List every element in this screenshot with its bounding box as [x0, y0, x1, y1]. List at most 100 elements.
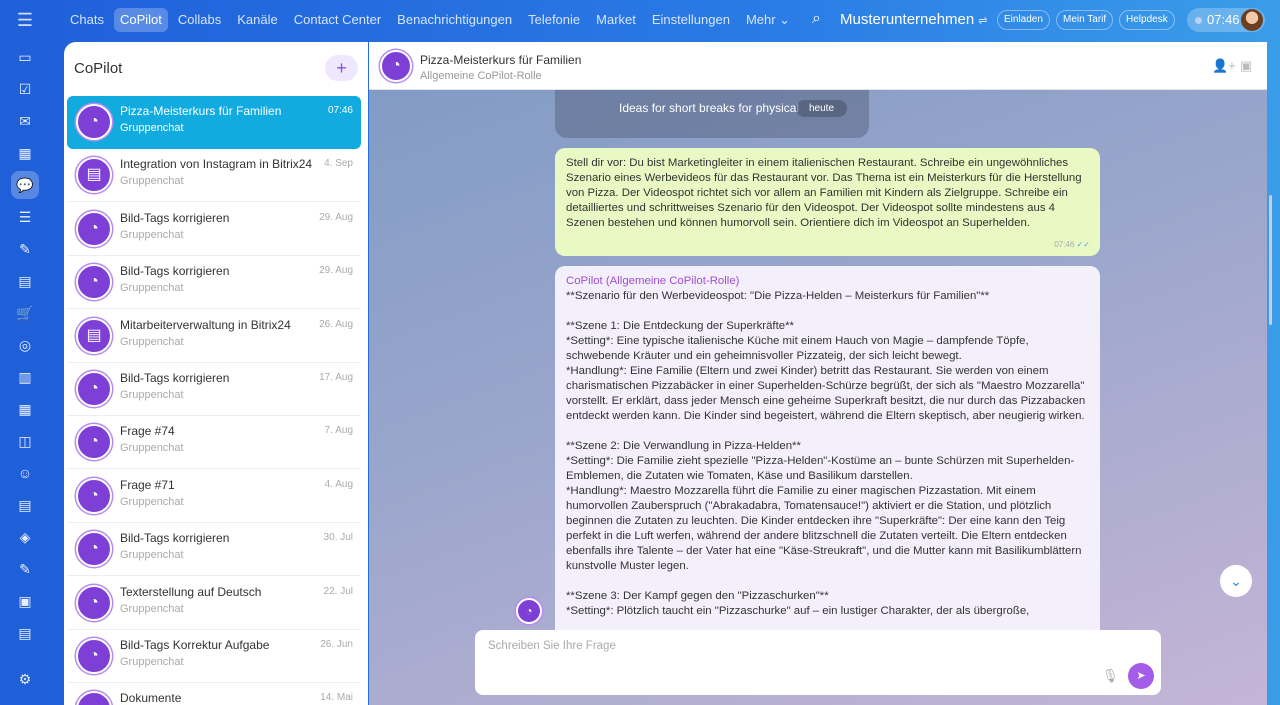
calendar-icon[interactable]: ▦ — [11, 139, 39, 167]
chat-item-title: Mitarbeiterverwaltung in Bitrix24 — [120, 317, 291, 332]
messenger-icon[interactable]: 💬 — [11, 171, 39, 199]
bot-author: CoPilot (Allgemeine CoPilot-Rolle) — [566, 275, 740, 287]
status-dot-icon — [1195, 17, 1202, 24]
copilot-icon: ◔ — [76, 210, 112, 247]
analytics-icon[interactable]: ▥ — [11, 363, 39, 391]
feed-icon[interactable]: ▭ — [11, 43, 39, 71]
chat-title[interactable]: Pizza-Meisterkurs für Familien — [420, 53, 581, 67]
search-icon[interactable]: ⌕ — [812, 10, 821, 28]
gear-icon[interactable]: ⚙ — [11, 665, 39, 693]
chat-list-item[interactable]: ◔ Texterstellung auf Deutsch Gruppenchat 22… — [67, 577, 361, 630]
documents-icon[interactable]: ✎ — [11, 235, 39, 263]
chat-item-title: Texterstellung auf Deutsch — [120, 584, 262, 599]
chat-list-item[interactable]: ◔ Frage #74 Gruppenchat 7. Aug — [67, 416, 361, 470]
nav-item[interactable]: Einstellungen — [646, 8, 736, 32]
chat-item-subtitle: Gruppenchat — [120, 228, 184, 241]
chat-item-title: Pizza-Meisterkurs für Familien — [120, 104, 282, 118]
copilot-icon: ◔ — [76, 584, 112, 621]
copilot-icon: ◔ — [76, 691, 112, 705]
book-icon: ▤ — [76, 317, 112, 354]
chat-item-date: 22. Jul — [323, 585, 353, 597]
nav-item[interactable]: CoPilot — [113, 8, 168, 32]
bot-message-text: **Szenario für den Werbevideospot: "Die … — [566, 290, 1086, 617]
chat-list-item[interactable]: ▤ Mitarbeiterverwaltung in Bitrix24 Gruppe… — [67, 310, 361, 363]
contacts-icon[interactable]: ▤ — [11, 267, 39, 295]
add-user-icon[interactable]: 👤+ — [1212, 58, 1236, 74]
copilot-icon: ◔ — [76, 104, 112, 140]
user-avatar[interactable] — [1241, 9, 1263, 31]
menu-icon[interactable]: ☰ — [0, 10, 50, 31]
chat-item-date: 26. Aug — [319, 318, 353, 330]
chat-item-title: Integration von Instagram in Bitrix24 — [120, 157, 313, 172]
chat-item-date: 07:46 — [327, 105, 353, 116]
chat-item-date: 17. Aug — [319, 372, 353, 383]
chat-item-date: 4. Sep — [324, 158, 353, 170]
chat-list-item[interactable]: ◔ Dokumente 14. Mai — [67, 683, 361, 705]
chat-list-item[interactable]: ▤ Integration von Instagram in Bitrix24 Gr… — [67, 149, 361, 203]
target-icon[interactable]: ◎ — [11, 331, 39, 359]
copilot-icon: ◔ — [76, 638, 112, 674]
nav-item[interactable]: Benachrichtigungen — [391, 8, 518, 32]
chat-list-item[interactable]: ◔ Bild-Tags korrigieren Gruppenchat 29. Aug — [67, 203, 361, 256]
chat-item-date: 29. Aug — [319, 265, 353, 277]
helpdesk-button[interactable]: Helpdesk — [1119, 10, 1175, 30]
chat-list-item[interactable]: ◔ Frage #71 Gruppenchat 4. Aug — [67, 470, 361, 523]
microphone-icon[interactable]: 🎙 — [1102, 668, 1119, 684]
chat-list-item[interactable]: ◔ Pizza-Meisterkurs für Familien Gruppench… — [67, 96, 361, 149]
work-time-button[interactable]: 07:46 — [1187, 8, 1265, 32]
tariff-button[interactable]: Mein Tarif — [1056, 10, 1114, 30]
new-chat-button[interactable]: + — [325, 55, 358, 81]
top-nav: Chats CoPilot Collabs Kanäle Contact Center B… — [64, 8, 796, 32]
invite-button[interactable]: Einladen — [997, 10, 1050, 30]
box-icon[interactable]: ◈ — [11, 523, 39, 551]
chat-area: ◔ Pizza-Meisterkurs für Familien Allgeme… — [369, 42, 1267, 705]
nav-item[interactable]: Kanäle — [231, 8, 283, 32]
nav-item[interactable]: Telefonie — [522, 8, 586, 32]
bot-icon[interactable]: ☺ — [11, 459, 39, 487]
nav-item[interactable]: Mehr ⌄ — [740, 8, 796, 32]
time-label: 07:46 — [1054, 240, 1075, 249]
chat-list-item[interactable]: ◔ Bild-Tags korrigieren Gruppenchat 29. Aug — [67, 256, 361, 310]
schedule-icon[interactable]: ▦ — [11, 395, 39, 423]
message-input[interactable] — [488, 640, 1088, 652]
book-icon: ▤ — [76, 157, 112, 194]
chat-item-subtitle: Gruppenchat — [120, 175, 184, 188]
nav-item[interactable]: Chats — [64, 8, 110, 32]
reports-icon[interactable]: ▤ — [11, 619, 39, 647]
nav-item[interactable]: Contact Center — [288, 8, 387, 32]
copilot-icon: ◔ — [76, 477, 112, 514]
chat-subtitle: Allgemeine CoPilot-Rolle — [420, 70, 542, 82]
nav-item[interactable]: Collabs — [172, 8, 227, 32]
send-button[interactable]: ➤ — [1128, 663, 1154, 689]
scroll-down-button[interactable]: ⌄ — [1220, 565, 1252, 597]
warehouse-icon[interactable]: ▤ — [11, 491, 39, 519]
nav-item[interactable]: Market — [590, 8, 642, 32]
message-composer: 🎙 ➤ — [475, 630, 1161, 695]
tasks-icon[interactable]: ☑ — [11, 75, 39, 103]
chat-item-date: 30. Jul — [323, 532, 353, 544]
top-bar: ☰ Chats CoPilot Collabs Kanäle Contact Cente… — [0, 0, 1280, 40]
panel-toggle-icon[interactable]: ▣ — [1240, 58, 1252, 74]
sign-icon[interactable]: ✎ — [11, 555, 39, 583]
chat-item-subtitle: Gruppenchat — [120, 282, 184, 295]
user-message-text: Stell dir vor: Du bist Marketingleiter i… — [566, 157, 1082, 229]
training-icon[interactable]: ▣ — [11, 587, 39, 615]
chat-list-item[interactable]: ◔ Bild-Tags korrigieren Gruppenchat 17. Aug — [67, 363, 361, 416]
chat-item-date: 4. Aug — [324, 478, 353, 490]
scrollbar[interactable] — [1269, 195, 1272, 325]
company-name[interactable]: Musterunternehmen ⇌ — [840, 11, 987, 28]
read-check-icon: ✓✓ — [1076, 240, 1090, 249]
mail-icon[interactable]: ✉ — [11, 107, 39, 135]
chat-list-item[interactable]: ◔ Bild-Tags korrigieren Gruppenchat 30. Jul — [67, 523, 361, 577]
copilot-icon: ◔ — [76, 371, 112, 407]
left-rail: ▭ ☑ ✉ ▦ 💬 ☰ ✎ ▤ 🛒 ◎ ▥ ▦ ◫ ☺ ▤ ◈ ✎ ▣ ▤ ⚙ — [0, 40, 50, 705]
chat-list-item[interactable]: ◔ Bild-Tags Korrektur Aufgabe Gruppenchat 2… — [67, 630, 361, 683]
shop-icon[interactable]: 🛒 — [11, 299, 39, 327]
copilot-icon: ◔ — [76, 531, 112, 568]
sites-icon[interactable]: ◫ — [11, 427, 39, 455]
chat-item-title: Dokumente — [120, 691, 182, 705]
crm-funnel-icon[interactable]: ☰ — [11, 203, 39, 231]
chat-item-date: 14. Mai — [320, 692, 353, 704]
copilot-avatar-icon: ◔ — [516, 598, 542, 624]
date-divider: heute — [796, 100, 848, 117]
